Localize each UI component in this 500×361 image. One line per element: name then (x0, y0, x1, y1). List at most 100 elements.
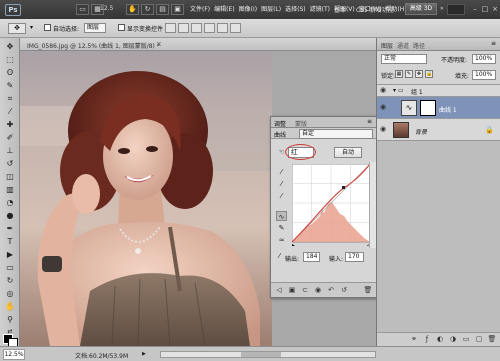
crop-tool-icon[interactable]: ⌗ (4, 94, 16, 104)
auto-button[interactable]: 自动 (334, 147, 362, 158)
pencil-draw-icon[interactable]: ✎ (276, 223, 287, 233)
menu-item[interactable]: 文件(F) (188, 4, 212, 15)
reset-icon[interactable]: ↺ (339, 286, 349, 295)
3d-rotate-tool-icon[interactable]: ↻ (4, 276, 16, 286)
eye-icon[interactable]: ◉ (380, 103, 389, 112)
link-layers-icon[interactable]: ⚭ (409, 335, 419, 344)
input-field[interactable]: 170 (345, 252, 364, 262)
new-group-icon[interactable]: ▭ (461, 335, 471, 344)
blend-mode-dropdown[interactable]: 正常 (381, 54, 427, 64)
hand-icon[interactable]: ✋ (126, 4, 139, 15)
move-tool-icon[interactable]: ✥ (4, 42, 16, 52)
healing-tool-icon[interactable]: ✚ (4, 120, 16, 130)
delete-adjustment-icon[interactable]: 🗑 (363, 286, 373, 295)
pen-tool-icon[interactable]: ✒ (4, 224, 16, 234)
stamp-tool-icon[interactable]: ⊥ (4, 146, 16, 156)
quick-select-tool-icon[interactable]: ✎ (4, 81, 16, 91)
eye-icon[interactable]: ◉ (380, 86, 389, 95)
menu-item[interactable]: 图像(I) (237, 4, 259, 15)
view-previous-icon[interactable]: ↶ (326, 286, 336, 295)
type-tool-icon[interactable]: T (4, 237, 16, 247)
add-mask-icon[interactable]: ◐ (435, 335, 445, 344)
align-right-icon[interactable] (230, 23, 241, 33)
scrollbar-thumb[interactable] (241, 352, 281, 357)
fx-icon[interactable]: ƒ (422, 335, 432, 344)
workspace-cs5[interactable]: CS5 新增功能 (356, 5, 394, 14)
lock-transparent-icon[interactable]: ▦ (395, 70, 403, 78)
clip-to-layer-icon[interactable]: ⊂ (300, 286, 310, 295)
transform-controls-checkbox[interactable] (118, 24, 125, 31)
gradient-tool-icon[interactable]: ▥ (4, 185, 16, 195)
curve-point-tool-icon[interactable]: ∿ (276, 211, 287, 221)
smooth-curve-icon[interactable]: ≈ (276, 235, 287, 245)
workspace-basic[interactable]: 基本 (334, 5, 346, 14)
menu-item[interactable]: 编辑(E) (212, 4, 236, 15)
lock-pixels-icon[interactable]: ✎ (405, 70, 413, 78)
delete-layer-icon[interactable]: 🗑 (487, 335, 497, 344)
path-select-tool-icon[interactable]: ▶ (4, 250, 16, 260)
black-point-eyedropper-icon[interactable]: ⁄ (276, 167, 287, 177)
eye-icon[interactable]: ◉ (380, 125, 389, 134)
zoom-tool-icon[interactable]: ⚲ (4, 315, 16, 325)
align-left-icon[interactable] (204, 23, 215, 33)
align-vcenter-icon[interactable] (178, 23, 189, 33)
workspace-3d-button[interactable]: 高级 3D (405, 3, 437, 15)
gray-point-eyedropper-icon[interactable]: ⁄ (276, 179, 287, 189)
zoom-readout[interactable]: 12.5 (100, 5, 113, 12)
auto-select-dropdown[interactable]: 图层 (84, 23, 106, 33)
layer-mask-thumbnail[interactable] (420, 100, 436, 116)
lock-position-icon[interactable]: ✥ (415, 70, 423, 78)
clipping-eyedropper-icon[interactable]: ⁄ (274, 251, 285, 261)
menu-item[interactable]: 选择(S) (283, 4, 308, 15)
align-bottom-icon[interactable] (191, 23, 202, 33)
shape-tool-icon[interactable]: ▭ (4, 263, 16, 273)
marquee-tool-icon[interactable]: ⬚ (4, 55, 16, 65)
tab-adjustments[interactable]: 调整 (274, 119, 286, 128)
screen-mode-icon[interactable]: ▣ (171, 4, 184, 15)
zoom-field[interactable]: 12.5% (3, 349, 25, 360)
curves-graph[interactable] (292, 164, 370, 246)
preset-arrow-icon[interactable]: ▾ (30, 24, 33, 31)
align-hcenter-icon[interactable] (217, 23, 228, 33)
white-point-eyedropper-icon[interactable]: ⁄ (276, 191, 287, 201)
maximize-icon[interactable]: □ (480, 4, 490, 14)
history-brush-icon[interactable]: ↺ (4, 159, 16, 169)
output-field[interactable]: 184 (303, 252, 320, 262)
panel-menu-icon[interactable]: ≡ (367, 118, 372, 125)
document-close-icon[interactable]: × (156, 40, 162, 48)
dock-menu-icon[interactable]: ≡ (491, 40, 496, 47)
preset-dropdown[interactable]: 自定 (299, 129, 373, 139)
workspace-more[interactable]: » (440, 5, 444, 12)
brush-tool-icon[interactable]: ✐ (4, 133, 16, 143)
back-icon[interactable]: ◁ (274, 286, 284, 295)
lasso-tool-icon[interactable]: ʘ (4, 68, 16, 78)
image-canvas[interactable] (20, 51, 272, 346)
horizontal-scrollbar[interactable] (160, 351, 376, 358)
rotate-view-icon[interactable]: ↻ (141, 4, 154, 15)
3d-camera-tool-icon[interactable]: ◎ (4, 289, 16, 299)
arrange-icon[interactable]: ▤ (156, 4, 169, 15)
tab-channels[interactable]: 通道 (397, 41, 409, 50)
eyedropper-tool-icon[interactable]: ⁄ (4, 107, 16, 117)
move-tool-preset[interactable]: ✥ (8, 23, 26, 34)
blur-tool-icon[interactable]: ◔ (4, 198, 16, 208)
lock-all-icon[interactable]: 🔒 (425, 70, 433, 78)
visibility-icon[interactable]: ◉ (313, 286, 323, 295)
hand-tool-icon[interactable]: ✋ (4, 302, 16, 312)
close-icon[interactable]: × (490, 4, 500, 14)
opacity-field[interactable]: 100% (472, 54, 496, 64)
dodge-tool-icon[interactable]: ● (4, 211, 16, 221)
tab-paths[interactable]: 路径 (413, 41, 425, 50)
layer-row-background[interactable]: ◉ 背景 🔒 (377, 119, 500, 141)
menu-item[interactable]: 滤镜(T) (308, 4, 332, 15)
auto-select-checkbox[interactable] (44, 24, 51, 31)
layer-row-group[interactable]: ◉ ▾ ▭ 组 1 (377, 85, 500, 97)
tab-masks[interactable]: 蒙版 (295, 119, 307, 128)
new-adjustment-icon[interactable]: ◑ (448, 335, 458, 344)
minimize-icon[interactable]: – (470, 4, 480, 14)
new-layer-icon[interactable]: ▢ (474, 335, 484, 344)
bridge-icon[interactable]: ▭ (76, 4, 89, 15)
curves-scrollbar[interactable] (369, 162, 376, 248)
eraser-tool-icon[interactable]: ◫ (4, 172, 16, 182)
expand-view-icon[interactable]: ▣ (287, 286, 297, 295)
